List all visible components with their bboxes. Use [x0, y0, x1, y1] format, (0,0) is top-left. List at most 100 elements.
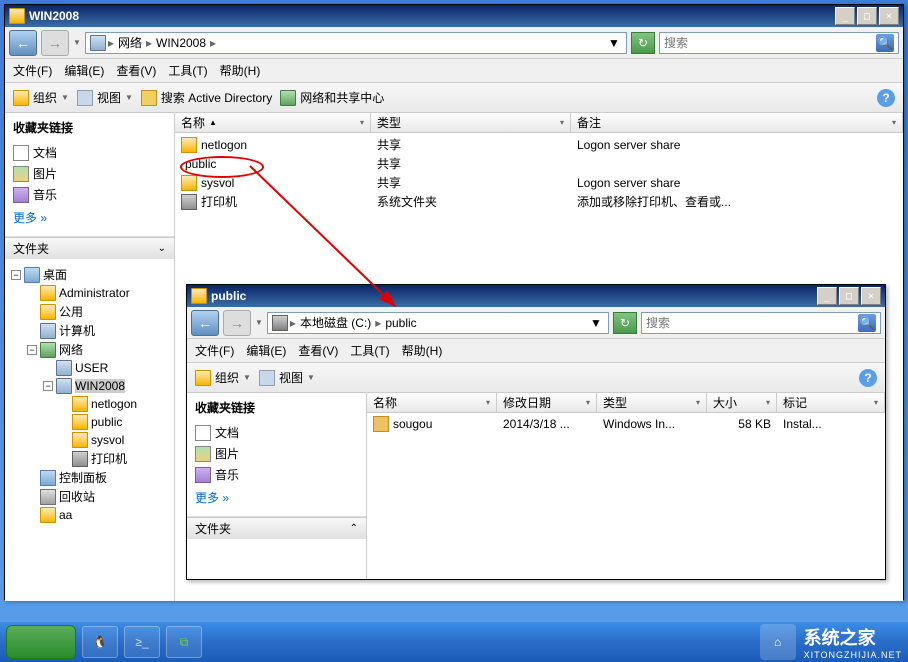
taskbar-item-powershell[interactable]: ≥_	[124, 626, 160, 658]
col-name[interactable]: 名称▾	[367, 393, 497, 412]
favorite-more[interactable]: 更多 »	[13, 205, 166, 230]
taskbar[interactable]: 🐧 ≥_ ⧉ ⌂ 系统之家 XITONGZHIJIA.NET	[0, 622, 908, 662]
favorite-pics[interactable]: 图片	[13, 163, 166, 184]
crumb-dropdown[interactable]: ▼	[606, 36, 622, 50]
netshare-button[interactable]: 网络和共享中心	[280, 89, 384, 106]
views-button[interactable]: 视图 ▼	[77, 89, 133, 106]
help-button[interactable]: ?	[877, 89, 895, 107]
tree-printers[interactable]: 打印机	[11, 449, 168, 468]
tree-admin[interactable]: Administrator	[11, 284, 168, 302]
search-icon[interactable]: 🔍	[876, 34, 894, 52]
list-row-public[interactable]: public 共享	[175, 154, 903, 173]
minimize-button[interactable]: _	[817, 287, 837, 305]
search-box[interactable]: 🔍	[659, 32, 899, 54]
views-button[interactable]: 视图 ▼	[259, 369, 315, 386]
close-button[interactable]: ×	[879, 7, 899, 25]
col-dropdown-icon[interactable]: ▾	[766, 398, 770, 407]
refresh-button[interactable]: ↻	[631, 32, 655, 54]
tree-control[interactable]: 控制面板	[11, 468, 168, 487]
start-button[interactable]	[6, 625, 76, 659]
col-dropdown-icon[interactable]: ▾	[696, 398, 700, 407]
collapse-icon[interactable]: −	[11, 270, 21, 280]
col-dropdown-icon[interactable]: ▾	[560, 118, 564, 127]
search-input[interactable]	[646, 316, 858, 330]
search-box[interactable]: 🔍	[641, 312, 881, 334]
taskbar-item-vmware[interactable]: ⧉	[166, 626, 202, 658]
tree-netlogon[interactable]: netlogon	[11, 395, 168, 413]
menu-help[interactable]: 帮助(H)	[220, 62, 261, 79]
forward-button[interactable]: →	[41, 30, 69, 56]
tree-recycle[interactable]: 回收站	[11, 487, 168, 506]
maximize-button[interactable]: □	[857, 7, 877, 25]
history-dropdown[interactable]: ▼	[73, 38, 81, 47]
file-list[interactable]: sougou 2014/3/18 ... Windows In... 58 KB…	[367, 413, 885, 579]
list-row-sougou[interactable]: sougou 2014/3/18 ... Windows In... 58 KB…	[367, 415, 885, 433]
col-type[interactable]: 类型▾	[597, 393, 707, 412]
tree-public[interactable]: public	[11, 413, 168, 431]
list-row-printers[interactable]: 打印机 系统文件夹 添加或移除打印机、查看或...	[175, 192, 903, 211]
tree-desktop[interactable]: −桌面	[11, 265, 168, 284]
col-type[interactable]: 类型▾	[371, 113, 571, 132]
crumb-public[interactable]: public	[383, 316, 418, 330]
taskbar-item-qq[interactable]: 🐧	[82, 626, 118, 658]
titlebar[interactable]: public _ □ ×	[187, 285, 885, 307]
back-button[interactable]: ←	[9, 30, 37, 56]
search-ad-button[interactable]: 搜索 Active Directory	[141, 89, 272, 106]
crumb-network[interactable]: 网络	[116, 34, 144, 51]
close-button[interactable]: ×	[861, 287, 881, 305]
col-remarks[interactable]: 备注▾	[571, 113, 903, 132]
collapse-icon[interactable]: −	[27, 345, 37, 355]
menu-file[interactable]: 文件(F)	[13, 62, 52, 79]
tree-public-user[interactable]: 公用	[11, 302, 168, 321]
breadcrumb-bar[interactable]: ▸ 网络 ▸ WIN2008 ▸ ▼	[85, 32, 627, 54]
maximize-button[interactable]: □	[839, 287, 859, 305]
refresh-button[interactable]: ↻	[613, 312, 637, 334]
col-dropdown-icon[interactable]: ▾	[486, 398, 490, 407]
folders-toggle[interactable]: 文件夹 ⌄	[5, 237, 174, 259]
col-tags[interactable]: 标记▾	[777, 393, 885, 412]
tree-user[interactable]: USER	[11, 359, 168, 377]
tree-network[interactable]: −网络	[11, 340, 168, 359]
col-dropdown-icon[interactable]: ▾	[892, 118, 896, 127]
col-size[interactable]: 大小▾	[707, 393, 777, 412]
crumb-dropdown[interactable]: ▼	[588, 316, 604, 330]
favorite-music[interactable]: 音乐	[13, 184, 166, 205]
menu-file[interactable]: 文件(F)	[195, 342, 234, 359]
organize-button[interactable]: 组织 ▼	[195, 369, 251, 386]
organize-button[interactable]: 组织 ▼	[13, 89, 69, 106]
history-dropdown[interactable]: ▼	[255, 318, 263, 327]
menu-view[interactable]: 查看(V)	[298, 342, 338, 359]
col-dropdown-icon[interactable]: ▾	[586, 398, 590, 407]
col-date[interactable]: 修改日期▾	[497, 393, 597, 412]
breadcrumb-bar[interactable]: ▸ 本地磁盘 (C:) ▸ public ▼	[267, 312, 609, 334]
menu-edit[interactable]: 编辑(E)	[246, 342, 286, 359]
favorite-docs[interactable]: 文档	[13, 142, 166, 163]
tree-computer[interactable]: 计算机	[11, 321, 168, 340]
search-icon[interactable]: 🔍	[858, 314, 876, 332]
collapse-icon[interactable]: −	[43, 381, 53, 391]
forward-button[interactable]: →	[223, 310, 251, 336]
back-button[interactable]: ←	[191, 310, 219, 336]
tree-aa[interactable]: aa	[11, 506, 168, 524]
folders-toggle[interactable]: 文件夹 ⌃	[187, 517, 366, 539]
minimize-button[interactable]: _	[835, 7, 855, 25]
tree-win2008[interactable]: −WIN2008	[11, 377, 168, 395]
search-input[interactable]	[664, 36, 876, 50]
col-name[interactable]: 名称▲▾	[175, 113, 371, 132]
favorite-music[interactable]: 音乐	[195, 464, 358, 485]
menu-tools[interactable]: 工具(T)	[350, 342, 389, 359]
help-button[interactable]: ?	[859, 369, 877, 387]
crumb-disk[interactable]: 本地磁盘 (C:)	[298, 314, 373, 331]
menu-help[interactable]: 帮助(H)	[402, 342, 443, 359]
list-row-sysvol[interactable]: sysvol 共享 Logon server share	[175, 173, 903, 192]
menu-tools[interactable]: 工具(T)	[168, 62, 207, 79]
favorite-pics[interactable]: 图片	[195, 443, 358, 464]
col-dropdown-icon[interactable]: ▾	[874, 398, 878, 407]
col-dropdown-icon[interactable]: ▾	[360, 118, 364, 127]
favorite-docs[interactable]: 文档	[195, 422, 358, 443]
crumb-win2008[interactable]: WIN2008	[154, 36, 208, 50]
menu-view[interactable]: 查看(V)	[116, 62, 156, 79]
menu-edit[interactable]: 编辑(E)	[64, 62, 104, 79]
tree-sysvol[interactable]: sysvol	[11, 431, 168, 449]
titlebar[interactable]: WIN2008 _ □ ×	[5, 5, 903, 27]
